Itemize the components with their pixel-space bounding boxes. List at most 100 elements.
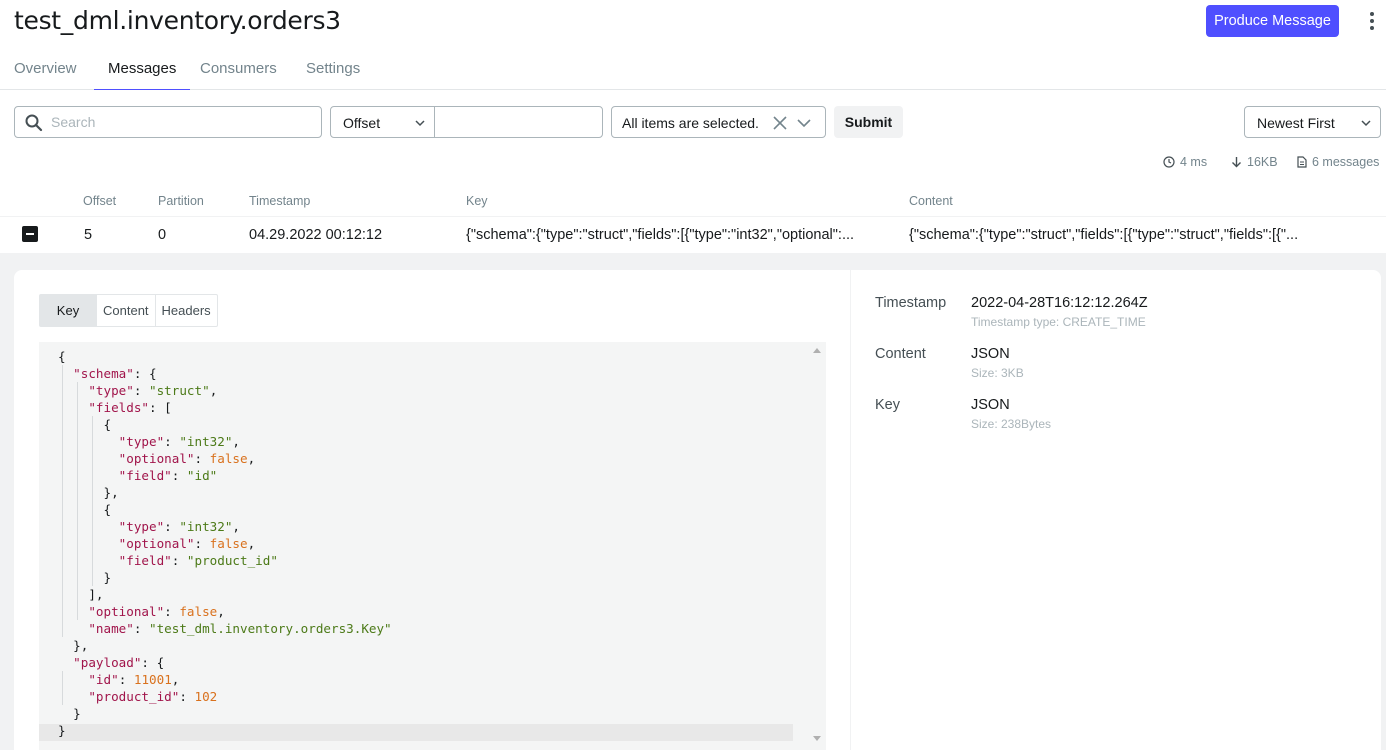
code-token: , [209, 383, 218, 398]
code-line: "type": "int32", [58, 518, 392, 535]
table-row[interactable]: 5 0 04.29.2022 00:12:12 {"schema":{"type… [0, 217, 1386, 253]
meta-key-value: JSON [971, 397, 1010, 413]
tab-settings[interactable]: Settings [306, 52, 360, 89]
code-line: "field": "product_id" [58, 552, 392, 569]
subtab-key[interactable]: Key [40, 295, 97, 326]
code-token: : [ [149, 400, 172, 415]
code-token: , [247, 536, 256, 551]
code-token: : [118, 672, 134, 687]
sort-order-select[interactable]: Newest First [1244, 106, 1381, 138]
code-token: , [217, 604, 225, 619]
row-content: {"schema":{"type":"struct","fields":[{"t… [909, 227, 1299, 243]
scroll-down-icon[interactable] [813, 736, 821, 741]
search-icon [25, 114, 43, 132]
message-details: Key Content Headers { "schema": { "type"… [0, 253, 1386, 750]
meta-content-value: JSON [971, 346, 1010, 362]
tab-consumers[interactable]: Consumers [200, 52, 277, 89]
code-token: "field" [118, 553, 172, 568]
code-token: 11001 [133, 672, 172, 687]
column-content[interactable]: Content [909, 194, 953, 208]
search-field[interactable] [14, 106, 322, 138]
code-token: , [171, 672, 180, 687]
editor-scrollbar[interactable] [809, 342, 826, 750]
json-code: { "schema": { "type": "struct", "fields"… [58, 348, 392, 739]
code-line: "schema": { [58, 365, 392, 382]
messages-count: 6 messages [1312, 155, 1380, 169]
tab-overview[interactable]: Overview [14, 52, 77, 89]
messages-stat: 6 messages [1297, 154, 1379, 170]
code-token: : { [133, 366, 157, 381]
meta-timestamp-label: Timestamp [875, 295, 947, 311]
sort-order-value: Newest First [1257, 115, 1335, 131]
code-line: }, [58, 637, 392, 654]
code-token: : [164, 604, 180, 619]
code-token: "struct" [149, 383, 210, 398]
search-input[interactable] [51, 107, 315, 137]
code-token: false [209, 451, 248, 466]
meta-timestamp-type: Timestamp type: CREATE_TIME [971, 315, 1146, 329]
bytes-value: 16KB [1247, 155, 1278, 169]
code-line: { [58, 501, 392, 518]
code-token: "product_id" [88, 689, 180, 704]
column-key[interactable]: Key [466, 194, 488, 208]
code-line: "optional": false, [58, 603, 392, 620]
detail-tabs: Key Content Headers [39, 294, 218, 327]
code-line: "fields": [ [58, 399, 392, 416]
code-token: , [232, 434, 241, 449]
code-line: "optional": false, [58, 535, 392, 552]
code-line: "id": 11001, [58, 671, 392, 688]
bytes-stat: 16KB [1231, 154, 1278, 170]
column-timestamp[interactable]: Timestamp [249, 194, 310, 208]
code-token: : [171, 553, 187, 568]
row-offset: 5 [84, 227, 93, 243]
row-key: {"schema":{"type":"struct","fields":[{"t… [466, 227, 855, 243]
code-token: { [58, 417, 112, 432]
subtab-content[interactable]: Content [97, 295, 156, 326]
row-partition: 0 [158, 227, 167, 243]
collapse-icon[interactable] [22, 226, 38, 242]
json-viewer[interactable]: { "schema": { "type": "struct", "fields"… [39, 342, 826, 750]
messages-table-header: Offset Partition Timestamp Key Content [0, 186, 1386, 217]
code-token: "name" [88, 621, 134, 636]
code-token: }, [58, 638, 89, 653]
seek-type-select[interactable]: Offset [330, 106, 435, 138]
produce-message-button[interactable]: Produce Message [1206, 5, 1339, 37]
code-token: : [164, 434, 180, 449]
submit-button[interactable]: Submit [834, 106, 903, 138]
scroll-up-icon[interactable] [813, 348, 821, 353]
meta-content-label: Content [875, 346, 926, 362]
code-token: "int32" [179, 519, 233, 534]
column-offset[interactable]: Offset [83, 194, 116, 208]
subtab-headers[interactable]: Headers [156, 295, 217, 326]
code-token: : { [141, 655, 165, 670]
code-token: } [58, 723, 66, 738]
elapsed-value: 4 ms [1180, 155, 1208, 169]
clear-icon[interactable] [772, 115, 788, 131]
code-line: "type": "int32", [58, 433, 392, 450]
code-token: , [247, 451, 256, 466]
tab-messages[interactable]: Messages [94, 52, 190, 90]
code-token: "schema" [73, 366, 134, 381]
code-token: ], [58, 587, 104, 602]
seek-value-input[interactable] [434, 106, 603, 138]
code-token: "int32" [179, 434, 233, 449]
message-body-panel: Key Content Headers { "schema": { "type"… [14, 270, 850, 750]
column-partition[interactable]: Partition [158, 194, 204, 208]
more-options-icon[interactable] [1364, 10, 1380, 32]
chevron-down-icon [797, 119, 811, 128]
code-line: "payload": { [58, 654, 392, 671]
code-line: } [58, 722, 392, 739]
code-token: "type" [88, 383, 134, 398]
code-token: 102 [194, 689, 218, 704]
partitions-value: All items are selected. [622, 115, 759, 131]
partitions-select[interactable]: All items are selected. [611, 106, 826, 138]
code-token: "optional" [88, 604, 165, 619]
